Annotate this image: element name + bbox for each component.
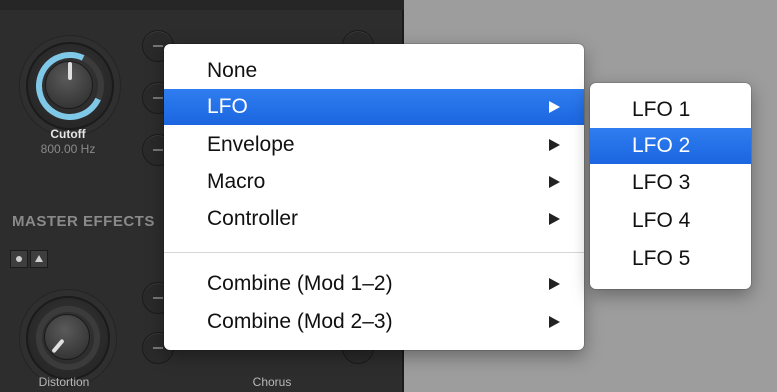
minus-icon bbox=[153, 97, 163, 99]
menu-separator bbox=[164, 252, 584, 253]
submenu-arrow-icon bbox=[549, 176, 560, 188]
submenu-item-lfo-5[interactable]: LFO 5 bbox=[590, 241, 751, 277]
submenu-item-lfo-1[interactable]: LFO 1 bbox=[590, 92, 751, 128]
menu-item-lfo[interactable]: LFO bbox=[164, 89, 584, 125]
submenu-arrow-icon bbox=[549, 101, 560, 113]
cutoff-knob-pointer bbox=[68, 62, 72, 80]
submenu-item-label: LFO 3 bbox=[632, 171, 691, 194]
distortion-label: Distortion bbox=[38, 375, 90, 389]
submenu-arrow-icon bbox=[549, 316, 560, 328]
submenu-item-lfo-4[interactable]: LFO 4 bbox=[590, 203, 751, 239]
section-title-master-effects: MASTER EFFECTS bbox=[12, 213, 155, 230]
distortion-knob-cap bbox=[44, 314, 90, 360]
submenu-item-label: LFO 4 bbox=[632, 209, 691, 232]
menu-item-macro[interactable]: Macro bbox=[164, 164, 584, 200]
minus-icon bbox=[153, 45, 163, 47]
submenu-arrow-icon bbox=[549, 139, 560, 151]
minus-icon bbox=[153, 297, 163, 299]
menu-item-label: Combine (Mod 2–3) bbox=[207, 310, 393, 333]
submenu-arrow-icon bbox=[549, 278, 560, 290]
submenu-item-lfo-3[interactable]: LFO 3 bbox=[590, 165, 751, 201]
minus-icon bbox=[153, 149, 163, 151]
submenu-item-label: LFO 1 bbox=[632, 98, 691, 121]
effect-power-toggle[interactable] bbox=[10, 250, 28, 268]
menu-item-label: LFO bbox=[207, 95, 248, 118]
menu-item-label: Envelope bbox=[207, 133, 295, 156]
submenu-item-label: LFO 2 bbox=[632, 134, 691, 157]
effect-expand-toggle[interactable] bbox=[30, 250, 48, 268]
menu-item-label: None bbox=[207, 59, 258, 82]
power-dot-icon bbox=[16, 256, 22, 262]
menu-item-envelope[interactable]: Envelope bbox=[164, 127, 584, 163]
chorus-label: Chorus bbox=[252, 375, 292, 389]
modulation-source-menu: None LFO Envelope Macro Controller Combi… bbox=[164, 44, 584, 350]
cutoff-label: Cutoff bbox=[50, 127, 86, 141]
submenu-item-lfo-2[interactable]: LFO 2 bbox=[590, 128, 751, 164]
panel-top-strip bbox=[0, 0, 404, 10]
submenu-item-label: LFO 5 bbox=[632, 247, 691, 270]
menu-item-label: Combine (Mod 1–2) bbox=[207, 272, 393, 295]
triangle-up-icon bbox=[35, 255, 43, 262]
cutoff-value: 800.00 Hz bbox=[40, 142, 96, 156]
menu-item-combine-mod-1-2[interactable]: Combine (Mod 1–2) bbox=[164, 266, 584, 302]
lfo-submenu: LFO 1 LFO 2 LFO 3 LFO 4 LFO 5 bbox=[590, 83, 751, 289]
menu-item-label: Macro bbox=[207, 170, 266, 193]
menu-item-none[interactable]: None bbox=[164, 53, 584, 89]
cutoff-knob[interactable] bbox=[26, 42, 114, 130]
minus-icon bbox=[153, 347, 163, 349]
menu-item-combine-mod-2-3[interactable]: Combine (Mod 2–3) bbox=[164, 304, 584, 340]
menu-item-label: Controller bbox=[207, 207, 299, 230]
menu-item-controller[interactable]: Controller bbox=[164, 201, 584, 237]
distortion-knob[interactable] bbox=[26, 296, 110, 380]
submenu-arrow-icon bbox=[549, 213, 560, 225]
